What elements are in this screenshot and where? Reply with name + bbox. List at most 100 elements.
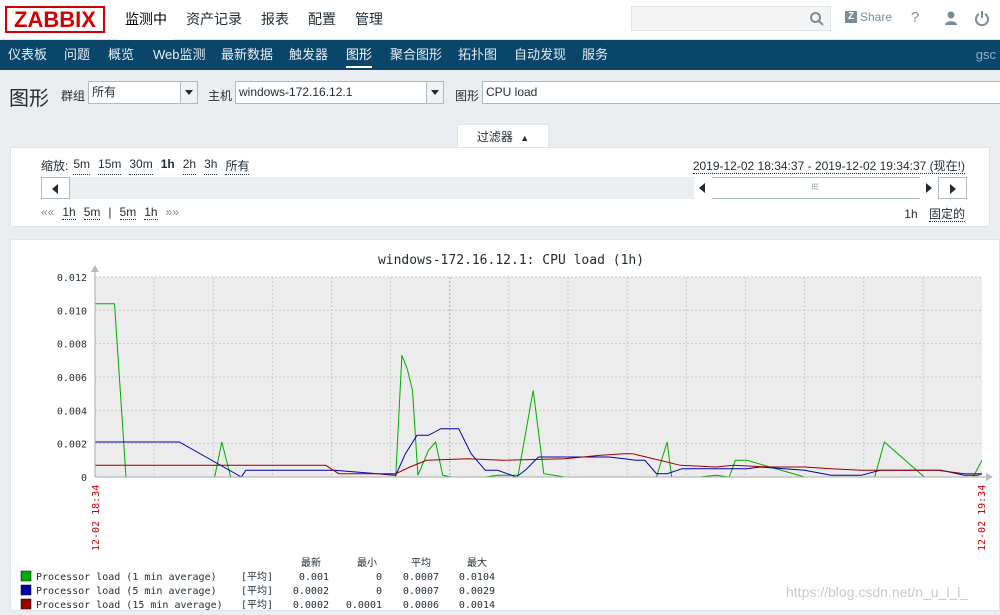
nav-back-5m[interactable]: 5m — [83, 205, 101, 220]
y-tick-label: 0.010 — [57, 306, 87, 317]
handle-right-arrow[interactable] — [920, 177, 938, 199]
top-menu-reports[interactable]: 报表 — [254, 0, 296, 40]
y-tick-label: 0.006 — [57, 373, 87, 384]
period-range-text[interactable]: 2019-12-02 18:34:37 - 2019-12-02 19:34:3… — [692, 159, 965, 174]
sub-menu-screens[interactable]: 聚合图形 — [390, 40, 442, 70]
legend-latest: 0.0002 — [293, 600, 329, 611]
zoom-15m[interactable]: 15m — [98, 157, 122, 175]
share-label: Share — [860, 10, 893, 24]
scroll-handle[interactable]: ⁝⁝⁝ — [694, 177, 938, 199]
y-axis-arrow-icon — [91, 265, 99, 272]
legend-avg: 0.0006 — [403, 600, 439, 611]
fixed-toggle[interactable]: 固定的 — [928, 207, 965, 222]
legend-header-min: 最小 — [357, 557, 377, 569]
graph-select-value: CPU load — [486, 85, 538, 99]
zoom-bar: 缩放: 5m 15m 30m 1h 2h 3h 所有 — [41, 157, 257, 175]
host-select[interactable]: windows-172.16.12.1 — [235, 81, 444, 104]
top-menu-inventory[interactable]: 资产记录 — [179, 0, 249, 40]
legend-max: 0.0014 — [459, 600, 495, 611]
zoom-2h[interactable]: 2h — [182, 157, 197, 175]
sub-menu-triggers[interactable]: 触发器 — [289, 40, 328, 70]
group-label: 群组 — [61, 89, 86, 103]
filter-tab-label: 过滤器 — [476, 130, 513, 144]
search-input[interactable] — [631, 6, 831, 31]
legend-stat: [平均] — [241, 585, 273, 597]
zoom-all[interactable]: 所有 — [225, 157, 250, 175]
scroll-right-button[interactable] — [938, 177, 967, 199]
watermark: https://blog.csdn.net/n_u_l_l_ — [786, 584, 969, 600]
sub-menu-graphs[interactable]: 图形 — [346, 40, 373, 70]
sub-menu-latest-data[interactable]: 最新数据 — [221, 40, 273, 70]
legend-avg: 0.0007 — [403, 572, 439, 583]
filter-panel: 缩放: 5m 15m 30m 1h 2h 3h 所有 2019-12-02 18… — [10, 147, 990, 227]
zoom-1h[interactable]: 1h — [161, 157, 175, 175]
nav-forward-5m[interactable]: 5m — [119, 205, 137, 220]
y-tick-label: 0.008 — [57, 340, 87, 351]
help-icon[interactable]: ? — [907, 10, 923, 26]
arrow-left-icon — [52, 184, 58, 194]
legend-name: Processor load (15 min average) — [36, 600, 223, 611]
legend-avg: 0.0007 — [403, 586, 439, 597]
legend-swatch-1 — [20, 570, 32, 582]
top-menu: 监测中 资产记录 报表 配置 管理 — [118, 0, 395, 40]
legend-name: Processor load (1 min average) — [36, 572, 217, 583]
time-scrollbar[interactable]: ⁝⁝⁝ — [41, 177, 967, 199]
group-select-value: 所有 — [92, 85, 117, 99]
host-select-value: windows-172.16.12.1 — [239, 85, 353, 99]
nav-back-1h[interactable]: 1h — [62, 205, 76, 220]
nav-forward-1h[interactable]: 1h — [144, 205, 158, 220]
graph-label: 图形 — [455, 89, 480, 103]
sub-menu-dashboard[interactable]: 仪表板 — [8, 40, 47, 70]
nav-back[interactable]: «« — [41, 205, 54, 220]
top-menu-administration[interactable]: 管理 — [348, 0, 390, 40]
search-icon[interactable] — [808, 10, 826, 28]
x-start-label: 12-02 18:34 — [91, 485, 102, 551]
sub-menu: 仪表板 问题 概览 Web监测 最新数据 触发器 图形 聚合图形 拓扑图 自动发… — [0, 40, 1000, 70]
legend-min: 0 — [376, 572, 382, 583]
graph-panel: windows-172.16.12.1: CPU load (1h) 0.012… — [10, 239, 1000, 611]
handle-left-arrow[interactable] — [694, 177, 712, 199]
zabbix-logo[interactable]: ZABBIX — [5, 6, 105, 33]
x-axis-arrow-icon — [986, 473, 993, 481]
legend-latest: 0.0002 — [293, 586, 329, 597]
y-tick-label: 0 — [81, 473, 87, 484]
triangle-up-icon: ▲ — [520, 133, 530, 143]
zoom-3h[interactable]: 3h — [204, 157, 218, 175]
legend-max: 0.0029 — [459, 586, 495, 597]
sub-menu-web[interactable]: Web监测 — [153, 40, 206, 70]
legend-rows: Processor load (1 min average) [平均] 0.001 0… — [20, 570, 495, 611]
sub-menu-maps[interactable]: 拓扑图 — [458, 40, 497, 70]
share-button[interactable]: Z Share — [845, 10, 892, 24]
group-select[interactable]: 所有 — [88, 81, 198, 104]
sub-menu-user[interactable]: gsc — [976, 40, 996, 70]
nav-separator: | — [108, 205, 112, 219]
period-range: 2019-12-02 18:34:37 - 2019-12-02 19:34:3… — [692, 157, 965, 174]
arrow-right-icon — [926, 183, 932, 193]
cpu-load-chart[interactable]: windows-172.16.12.1: CPU load (1h) 0.012… — [11, 240, 1000, 612]
legend-min: 0.0001 — [346, 600, 382, 611]
zoom-30m[interactable]: 30m — [129, 157, 153, 175]
chevron-down-icon[interactable] — [180, 82, 197, 103]
legend-stat: [平均] — [241, 571, 273, 583]
graph-select[interactable]: CPU load — [482, 81, 1000, 104]
sub-menu-problems[interactable]: 问题 — [64, 40, 90, 70]
top-menu-configuration[interactable]: 配置 — [301, 0, 343, 40]
scroll-left-button[interactable] — [41, 177, 70, 199]
period-fixed: 1h 固定的 — [904, 205, 965, 222]
sub-menu-discovery[interactable]: 自动发现 — [514, 40, 566, 70]
nav-forward[interactable]: »» — [166, 205, 179, 220]
sub-menu-overview[interactable]: 概览 — [108, 40, 134, 70]
user-icon[interactable] — [943, 10, 959, 26]
legend-name: Processor load (5 min average) — [36, 586, 217, 597]
sub-menu-services[interactable]: 服务 — [582, 40, 608, 70]
power-icon[interactable] — [974, 10, 990, 26]
legend: 最新 最小 平均 最大 — [301, 556, 487, 569]
zoom-5m[interactable]: 5m — [73, 157, 91, 175]
top-menu-monitoring[interactable]: 监测中 — [118, 0, 174, 40]
legend-header-max: 最大 — [467, 556, 487, 569]
legend-latest: 0.001 — [299, 572, 329, 583]
legend-header-avg: 平均 — [411, 557, 431, 569]
chevron-down-icon[interactable] — [426, 82, 443, 103]
page-header: 图形 群组 所有 主机 windows-172.16.12.1 图形 CPU l… — [0, 70, 1000, 118]
filter-tab[interactable]: 过滤器 ▲ — [457, 124, 549, 148]
